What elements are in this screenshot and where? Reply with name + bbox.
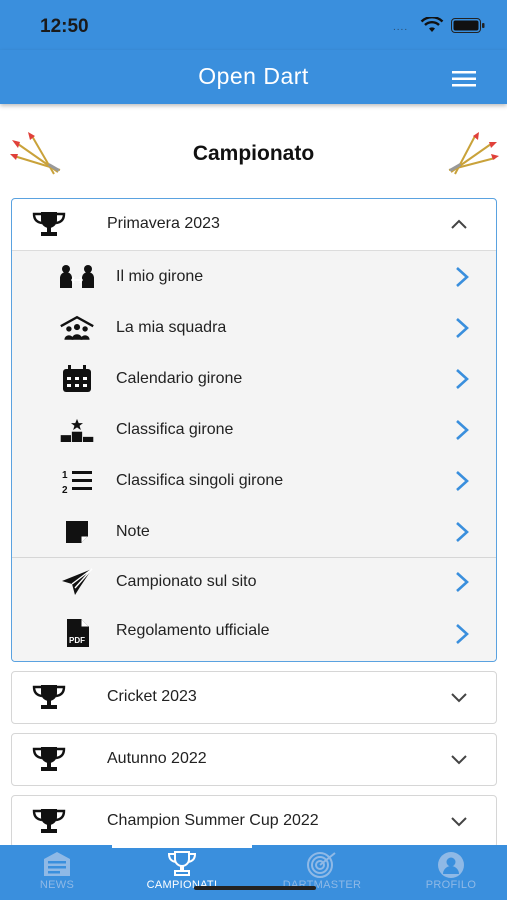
chevron-down-icon[interactable] <box>450 752 468 771</box>
players-vs-icon <box>59 263 95 291</box>
menu-item-label: Calendario girone <box>116 370 243 387</box>
menu-item-label: Il mio girone <box>116 268 204 285</box>
chevron-up-icon[interactable] <box>450 217 468 236</box>
podium-icon <box>59 416 95 444</box>
chevron-right-icon[interactable] <box>452 418 472 447</box>
team-icon <box>59 314 95 342</box>
app-title: Open Dart <box>198 63 309 89</box>
trophy-icon <box>31 745 67 778</box>
calendar-icon <box>59 365 95 393</box>
chevron-right-icon[interactable] <box>452 316 472 345</box>
menu-item-label: Campionato sul sito <box>116 573 257 590</box>
wifi-icon <box>420 16 444 38</box>
menu-item-il-mio-girone[interactable]: Il mio girone <box>12 251 496 302</box>
page-title: Campionato <box>192 142 315 165</box>
accordion-body: Il mio girone La mia squadra Calendario … <box>12 250 496 661</box>
hamburger-menu-icon[interactable] <box>450 68 478 90</box>
menu-item-label: Classifica singoli girone <box>116 472 284 489</box>
menu-item-label: Note <box>116 523 150 540</box>
chevron-right-icon[interactable] <box>452 520 472 549</box>
menu-item-classifica-singoli-girone[interactable]: 12 Classifica singoli girone <box>12 455 496 506</box>
menu-item-regolamento-ufficiale[interactable]: PDF Regolamento ufficiale <box>12 608 496 661</box>
chevron-right-icon[interactable] <box>452 367 472 396</box>
accordion-title: Autunno 2022 <box>107 750 207 767</box>
pdf-file-icon: PDF <box>59 619 95 647</box>
signal-icon: .... <box>393 22 409 33</box>
trophy-icon <box>119 851 245 877</box>
menu-item-label: La mia squadra <box>116 319 227 336</box>
menu-item-classifica-girone[interactable]: Classifica girone <box>12 404 496 455</box>
tab-label: PROFILO <box>425 879 477 891</box>
trophy-icon <box>31 807 67 840</box>
menu-item-calendario-girone[interactable]: Calendario girone <box>12 353 496 404</box>
menu-item-la-mia-squadra[interactable]: La mia squadra <box>12 302 496 353</box>
chevron-right-icon[interactable] <box>452 469 472 498</box>
svg-text:1: 1 <box>62 470 68 481</box>
accordion-header[interactable]: Cricket 2023 <box>12 672 496 723</box>
menu-item-note[interactable]: Note <box>12 506 496 557</box>
tab-dartmaster[interactable]: DARTMASTER <box>259 845 385 900</box>
accordion-title: Champion Summer Cup 2022 <box>107 812 319 829</box>
bottom-tab-bar: NEWS CAMPIONATI DARTMASTER PROFILO <box>0 845 507 900</box>
sticky-note-icon <box>59 518 95 546</box>
chevron-down-icon[interactable] <box>450 814 468 833</box>
accordion-title: Cricket 2023 <box>107 688 197 705</box>
chevron-right-icon[interactable] <box>452 622 472 651</box>
menu-item-campionato-sul-sito[interactable]: Campionato sul sito <box>12 558 496 608</box>
menu-item-label: Classifica girone <box>116 421 234 438</box>
chevron-right-icon[interactable] <box>452 570 472 599</box>
ordered-list-icon: 12 <box>59 467 95 495</box>
app-header: Open Dart <box>0 50 507 104</box>
status-bar: 12:50 .... <box>0 0 507 50</box>
battery-icon <box>451 18 485 38</box>
darts-decoration-icon <box>443 132 499 183</box>
menu-item-label: Regolamento ufficiale <box>116 622 270 639</box>
paper-plane-icon <box>59 568 95 596</box>
status-time: 12:50 <box>40 16 89 37</box>
accordion-panel: Primavera 2023 Il mio girone La mia squa… <box>11 198 497 662</box>
tab-campionati[interactable]: CAMPIONATI <box>119 845 245 900</box>
active-tab-indicator <box>112 845 252 848</box>
dartboard-icon <box>259 851 385 879</box>
accordion-panel: Champion Summer Cup 2022 <box>11 795 497 848</box>
accordion-header[interactable]: Champion Summer Cup 2022 <box>12 796 496 847</box>
accordion-title: Primavera 2023 <box>107 215 220 232</box>
svg-text:PDF: PDF <box>69 636 85 645</box>
user-icon <box>388 851 507 879</box>
trophy-icon <box>31 683 67 716</box>
chevron-down-icon[interactable] <box>450 690 468 709</box>
tab-news[interactable]: NEWS <box>0 845 120 900</box>
accordion-panel: Autunno 2022 <box>11 733 497 786</box>
tab-profilo[interactable]: PROFILO <box>388 845 507 900</box>
accordion-panel: Cricket 2023 <box>11 671 497 724</box>
chevron-right-icon[interactable] <box>452 265 472 294</box>
trophy-icon <box>31 210 67 243</box>
tab-label: NEWS <box>39 879 75 891</box>
home-indicator[interactable] <box>194 886 316 890</box>
accordion-header[interactable]: Primavera 2023 <box>12 199 496 250</box>
accordion-header[interactable]: Autunno 2022 <box>12 734 496 785</box>
svg-text:2: 2 <box>62 485 68 495</box>
newspaper-icon <box>0 851 120 877</box>
